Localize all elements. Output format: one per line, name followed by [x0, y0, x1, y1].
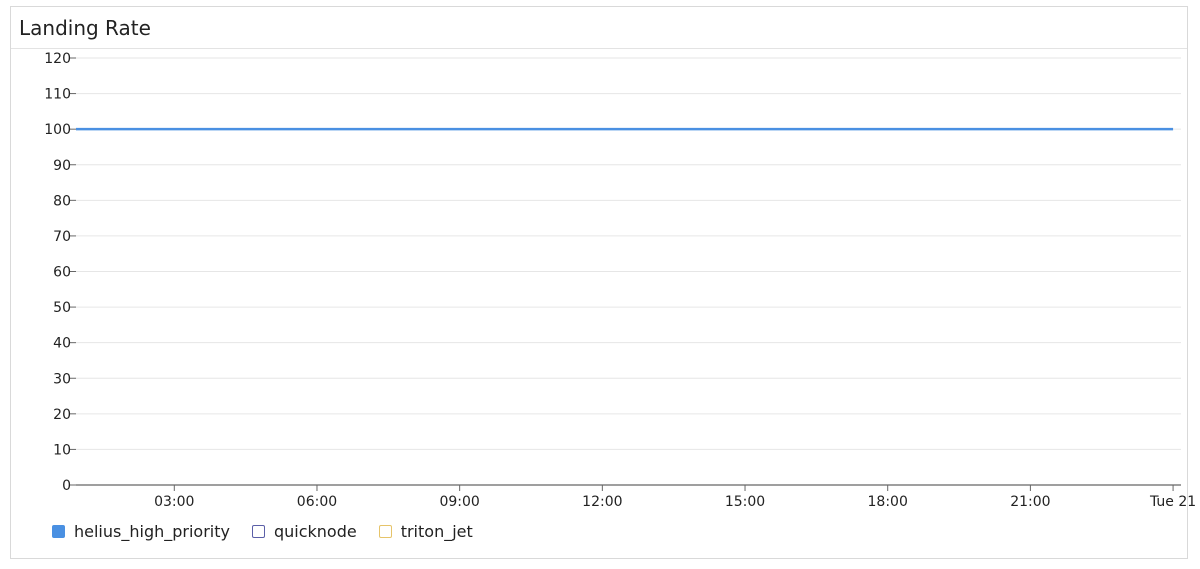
x-tick-label-1: 06:00 — [297, 494, 337, 510]
legend-label-triton-jet: triton_jet — [400, 522, 473, 541]
x-tick-label-7: Tue 21 — [1149, 494, 1196, 510]
y-tick-label-70: 70 — [53, 229, 71, 245]
y-tick-label-110: 110 — [44, 87, 71, 103]
legend: helius_high_priority quicknode triton_je… — [52, 522, 473, 541]
legend-item-triton-jet[interactable]: triton_jet — [378, 522, 473, 541]
x-tick-label-2: 09:00 — [439, 494, 479, 510]
y-tick-label-20: 20 — [53, 407, 71, 423]
x-tick-label-4: 15:00 — [725, 494, 765, 510]
x-tick-label-5: 18:00 — [868, 494, 908, 510]
x-tick-label-3: 12:00 — [582, 494, 622, 510]
y-tick-label-100: 100 — [44, 122, 71, 138]
legend-swatch-triton-jet — [378, 525, 392, 538]
y-tick-label-80: 80 — [53, 193, 71, 209]
x-tick-label-6: 21:00 — [1010, 494, 1050, 510]
y-tick-label-120: 120 — [44, 51, 71, 67]
y-tick-label-30: 30 — [53, 371, 71, 387]
y-tick-label-40: 40 — [53, 336, 71, 352]
x-tick-label-0: 03:00 — [154, 494, 194, 510]
legend-label-helius-high-priority: helius_high_priority — [74, 522, 230, 541]
legend-item-helius-high-priority[interactable]: helius_high_priority — [52, 522, 230, 541]
y-tick-label-50: 50 — [53, 300, 71, 316]
legend-swatch-helius-high-priority — [52, 525, 65, 538]
legend-item-quicknode[interactable]: quicknode — [251, 522, 357, 541]
y-tick-label-10: 10 — [53, 442, 71, 458]
y-tick-label-60: 60 — [53, 265, 71, 281]
line-chart: 0 10 20 30 40 50 60 70 80 90 100 110 120 03:00 06:00 09… — [44, 51, 1196, 510]
legend-label-quicknode: quicknode — [273, 522, 357, 541]
legend-swatch-quicknode — [251, 525, 265, 538]
y-tick-label-0: 0 — [62, 478, 71, 494]
y-tick-label-90: 90 — [53, 158, 71, 174]
